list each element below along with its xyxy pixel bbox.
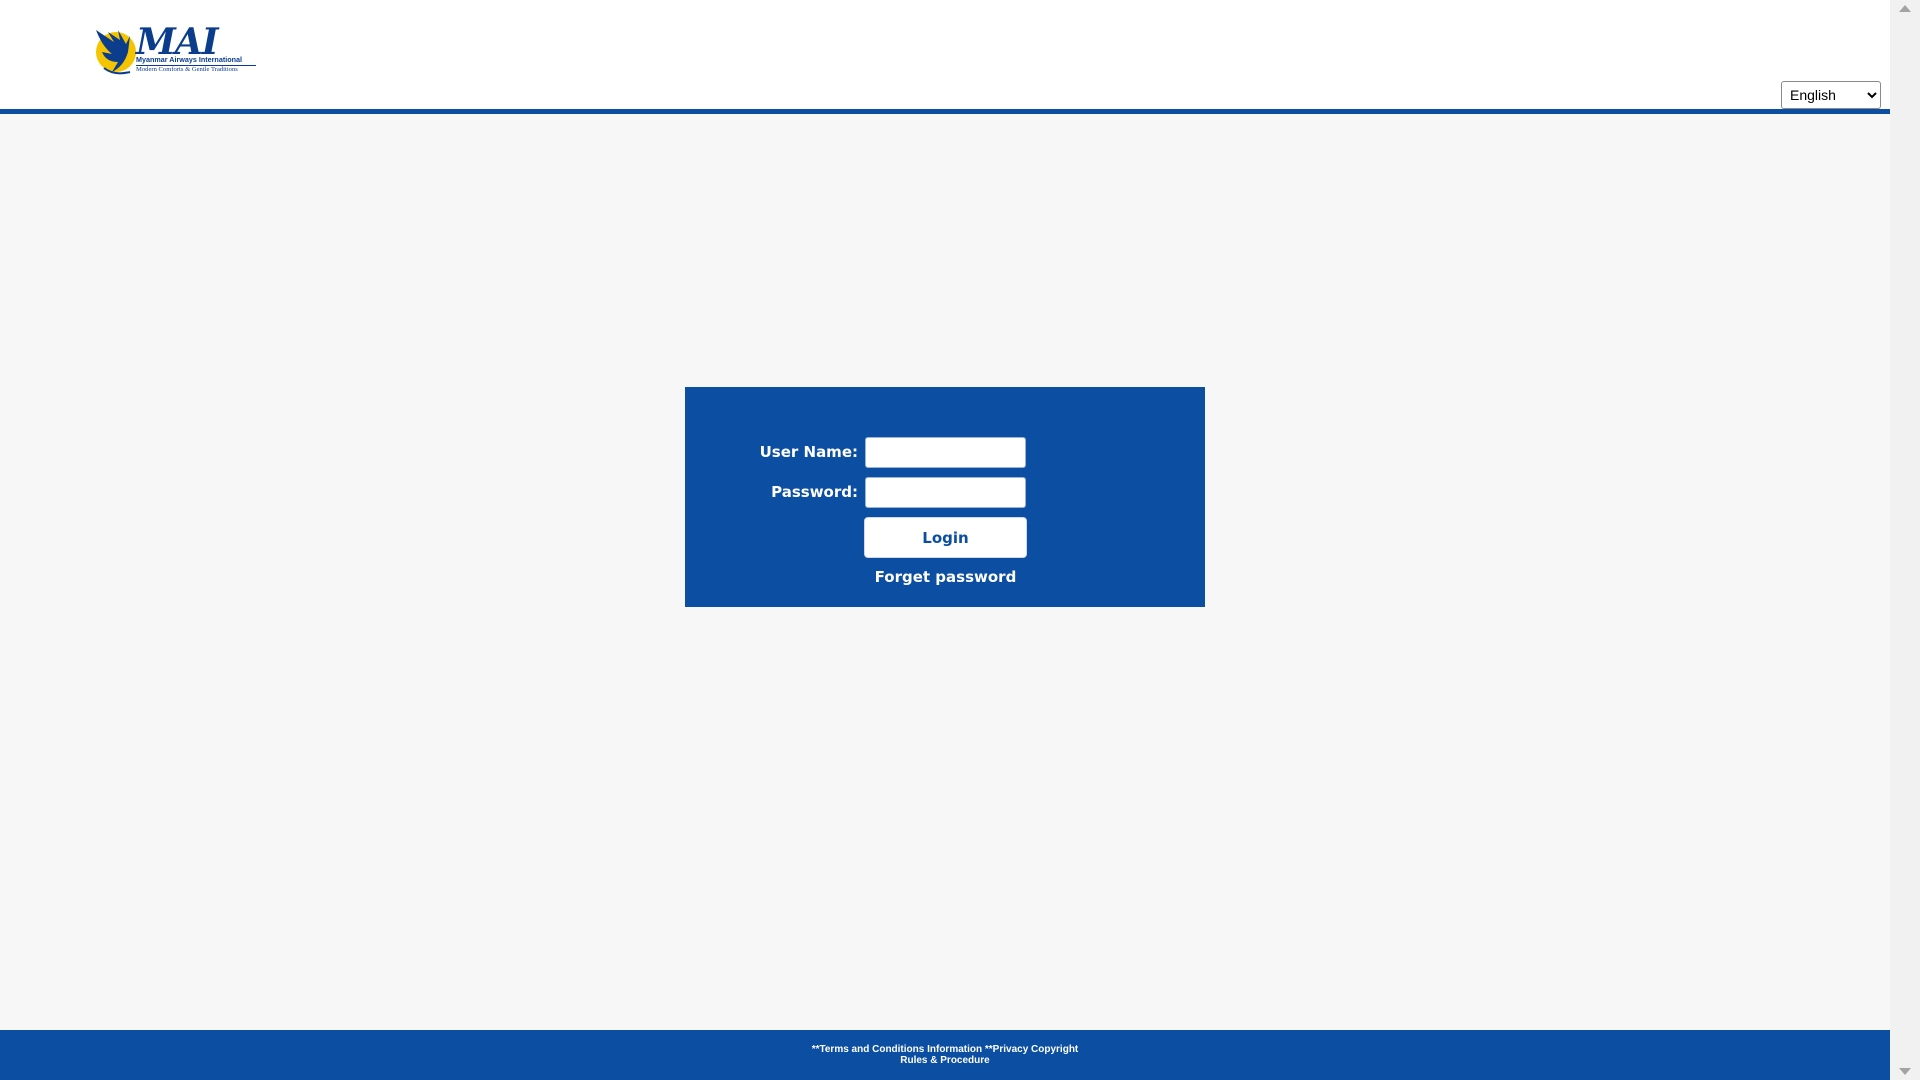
forget-password-link[interactable]: Forget password — [864, 568, 1027, 586]
logo-company-name: Myanmar Airways International — [136, 55, 256, 66]
scroll-up-arrow-icon[interactable] — [1899, 5, 1911, 12]
language-select[interactable]: English — [1781, 81, 1881, 109]
scroll-down-arrow-icon[interactable] — [1899, 1068, 1911, 1075]
password-label: Password: — [771, 483, 858, 501]
privacy-link[interactable]: **Privacy Copyright — [985, 1044, 1078, 1055]
footer: **Terms and Conditions Information **Pri… — [0, 1030, 1890, 1080]
logo-tagline: Modern Comforts & Gentle Traditions — [136, 66, 238, 73]
mai-logo[interactable]: MAI Myanmar Airways International Modern… — [90, 22, 256, 78]
login-button[interactable]: Login — [864, 517, 1027, 558]
terms-link[interactable]: **Terms and Conditions Information — [812, 1044, 982, 1055]
page: MAI Myanmar Airways International Modern… — [0, 0, 1890, 1080]
username-input[interactable] — [865, 437, 1026, 468]
header: MAI Myanmar Airways International Modern… — [0, 0, 1890, 114]
login-panel: User Name: Password: Login Forget passwo… — [685, 387, 1205, 607]
password-input[interactable] — [865, 477, 1026, 508]
username-label: User Name: — [759, 443, 858, 461]
vertical-scrollbar[interactable] — [1890, 0, 1920, 1080]
footer-line-2: Rules & Procedure — [0, 1055, 1890, 1066]
footer-line-1: **Terms and Conditions Information **Pri… — [0, 1044, 1890, 1055]
rules-link[interactable]: Rules & Procedure — [900, 1055, 989, 1066]
